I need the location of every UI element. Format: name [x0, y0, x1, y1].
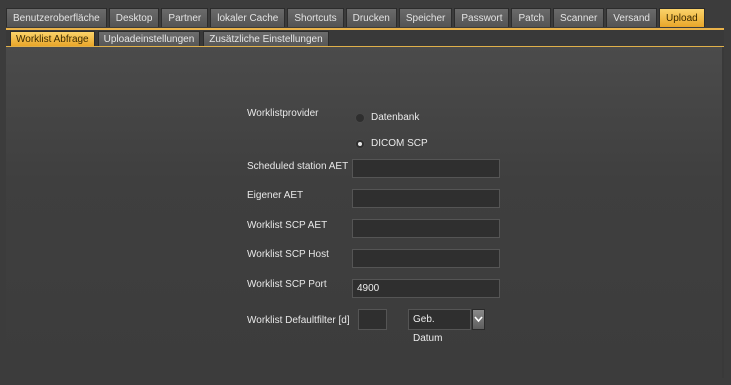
radio-dicom-row[interactable]: DICOM SCP [355, 138, 428, 149]
upload-panel: Worklist Abfrage Uploadeinstellungen Zus… [6, 28, 724, 378]
worklist-form: Worklistprovider Datenbank DICOM SCP Sch… [6, 47, 722, 378]
worklist-scp-aet-label: Worklist SCP AET [247, 220, 328, 231]
eigener-aet-input[interactable] [352, 189, 500, 208]
subtab-worklist-abfrage[interactable]: Worklist Abfrage [10, 31, 95, 46]
tab-benutzeroberflaeche[interactable]: Benutzeroberfläche [6, 8, 107, 27]
worklist-scp-port-label: Worklist SCP Port [247, 279, 327, 290]
radio-dicom-label: DICOM SCP [371, 138, 428, 149]
radio-datenbank-label: Datenbank [371, 112, 420, 123]
tab-upload[interactable]: Upload [659, 8, 705, 27]
tab-versand[interactable]: Versand [606, 8, 657, 27]
sub-tab-bar: Worklist Abfrage Uploadeinstellungen Zus… [10, 31, 329, 47]
scheduled-station-aet-input[interactable] [352, 159, 500, 178]
worklistprovider-label: Worklistprovider [247, 108, 319, 119]
worklist-scp-host-label: Worklist SCP Host [247, 249, 329, 260]
eigener-aet-label: Eigener AET [247, 190, 304, 201]
tab-drucken[interactable]: Drucken [345, 8, 397, 27]
worklist-scp-aet-input[interactable] [352, 219, 500, 238]
tab-desktop[interactable]: Desktop [108, 8, 160, 27]
settings-window: Benutzeroberfläche Desktop Partner lokal… [0, 0, 731, 385]
tab-lokaler-cache[interactable]: lokaler Cache [210, 8, 286, 27]
worklist-scp-host-input[interactable] [352, 249, 500, 268]
subtab-zusaetzliche-einstellungen[interactable]: Zusätzliche Einstellungen [203, 31, 329, 46]
scheduled-station-aet-label: Scheduled station AET [247, 161, 349, 172]
filter-field-select[interactable]: Geb. Datum [408, 309, 471, 344]
tab-passwort[interactable]: Passwort [454, 8, 510, 27]
tab-patch[interactable]: Patch [511, 8, 552, 27]
defaultfilter-days-input[interactable] [358, 309, 387, 330]
tab-scanner[interactable]: Scanner [553, 8, 605, 27]
tab-speicher[interactable]: Speicher [398, 8, 453, 27]
subtab-uploadeinstellungen[interactable]: Uploadeinstellungen [97, 31, 201, 46]
defaultfilter-label: Worklist Defaultfilter [d] [247, 315, 350, 326]
radio-dicom-scp[interactable] [355, 138, 365, 149]
tab-partner[interactable]: Partner [161, 8, 209, 27]
worklist-scp-port-input[interactable]: 4900 [352, 279, 500, 298]
chevron-down-icon[interactable] [472, 309, 485, 330]
tab-shortcuts[interactable]: Shortcuts [287, 8, 344, 27]
radio-datenbank[interactable] [355, 112, 365, 123]
main-tab-bar: Benutzeroberfläche Desktop Partner lokal… [6, 8, 705, 28]
radio-datenbank-row[interactable]: Datenbank [355, 112, 419, 123]
